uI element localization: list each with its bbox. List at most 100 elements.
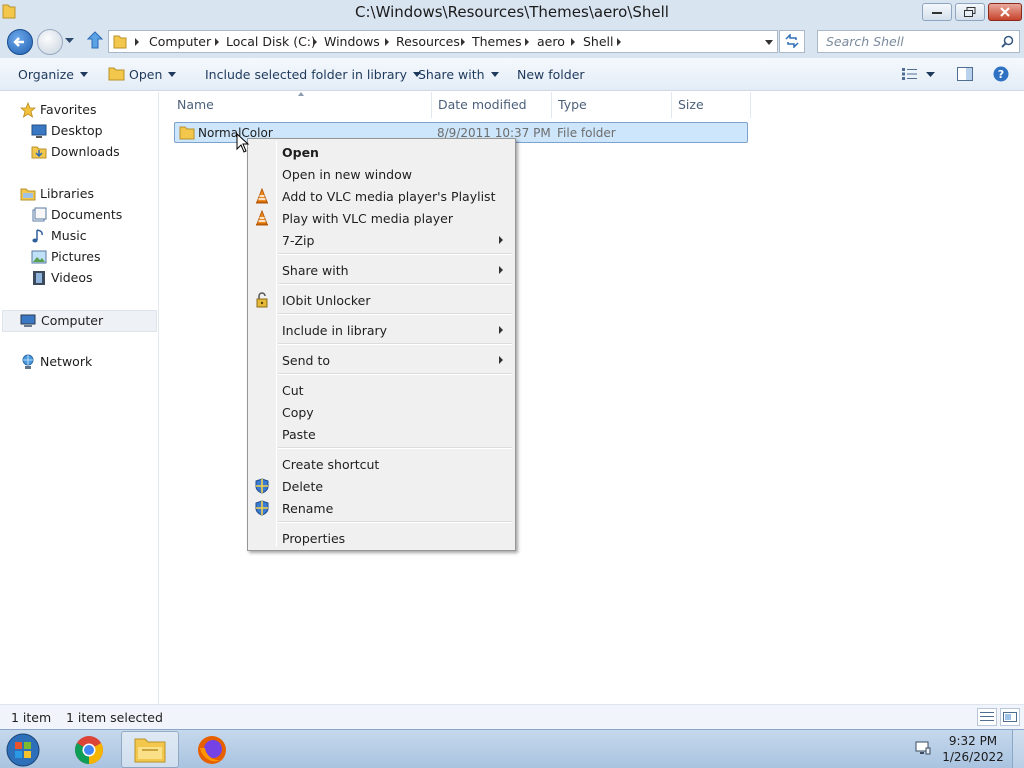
taskbar-chrome-button[interactable] bbox=[60, 731, 118, 768]
breadcrumb-separator[interactable] bbox=[461, 38, 465, 46]
large-icons-view-button[interactable] bbox=[1000, 708, 1020, 726]
menu-item-cut[interactable]: Cut bbox=[250, 379, 513, 401]
include-library-label: Include selected folder in library bbox=[205, 67, 408, 82]
preview-pane-icon[interactable] bbox=[957, 67, 973, 81]
column-divider[interactable] bbox=[551, 92, 552, 118]
menu-item-properties[interactable]: Properties bbox=[250, 527, 513, 549]
close-icon bbox=[1000, 7, 1010, 17]
menu-item-open[interactable]: Open bbox=[250, 141, 513, 163]
restore-button[interactable] bbox=[955, 3, 985, 21]
unlock-padlock-icon bbox=[256, 292, 268, 308]
back-arrow-icon bbox=[13, 37, 24, 47]
menu-item-delete[interactable]: Delete bbox=[250, 475, 513, 497]
chevron-down-icon bbox=[168, 72, 177, 77]
close-button[interactable] bbox=[988, 3, 1022, 21]
column-header-type[interactable]: Type bbox=[558, 97, 587, 112]
open-button[interactable]: Open bbox=[129, 67, 177, 82]
taskbar-clock[interactable]: 9:32 PM 1/26/2022 bbox=[940, 733, 1006, 765]
menu-separator bbox=[278, 373, 512, 375]
firefox-icon bbox=[198, 735, 226, 764]
breadcrumb-separator[interactable] bbox=[385, 38, 389, 46]
minimize-button[interactable] bbox=[922, 3, 952, 21]
submenu-arrow-icon bbox=[499, 266, 503, 274]
menu-item-send-to[interactable]: Send to bbox=[250, 349, 513, 371]
menu-item-iobit-unlocker[interactable]: IObit Unlocker bbox=[250, 289, 513, 311]
include-in-library-button[interactable]: Include selected folder in library bbox=[205, 67, 422, 82]
menu-item-copy[interactable]: Copy bbox=[250, 401, 513, 423]
breadcrumb-separator[interactable] bbox=[135, 38, 139, 46]
folder-icon bbox=[113, 35, 127, 49]
back-button[interactable] bbox=[7, 29, 33, 55]
svg-text:?: ? bbox=[998, 68, 1004, 81]
search-icon[interactable] bbox=[1001, 35, 1014, 48]
menu-separator bbox=[278, 253, 512, 255]
menu-item-rename[interactable]: Rename bbox=[250, 497, 513, 519]
details-view-icon bbox=[980, 712, 994, 721]
breadcrumb-computer[interactable]: Computer bbox=[149, 34, 211, 49]
desktop-icon bbox=[31, 124, 47, 138]
column-divider[interactable] bbox=[431, 92, 432, 118]
breadcrumb-themes[interactable]: Themes bbox=[472, 34, 522, 49]
details-view-button[interactable] bbox=[977, 708, 997, 726]
restore-icon bbox=[964, 7, 976, 17]
organize-button[interactable]: Organize bbox=[18, 67, 88, 82]
refresh-button[interactable] bbox=[779, 30, 805, 53]
start-button[interactable] bbox=[3, 731, 51, 768]
forward-button[interactable] bbox=[37, 29, 63, 55]
help-icon[interactable]: ? bbox=[993, 66, 1009, 82]
clock-date: 1/26/2022 bbox=[942, 750, 1004, 764]
pictures-icon bbox=[31, 250, 47, 264]
breadcrumb-local-disk[interactable]: Local Disk (C:) bbox=[226, 34, 316, 49]
column-header-date-modified[interactable]: Date modified bbox=[438, 97, 527, 112]
new-folder-button[interactable]: New folder bbox=[517, 67, 585, 82]
selected-count: 1 item selected bbox=[66, 710, 163, 725]
breadcrumb-aero[interactable]: aero bbox=[537, 34, 565, 49]
up-arrow-icon[interactable] bbox=[87, 31, 103, 49]
mouse-cursor-icon bbox=[236, 133, 250, 153]
share-with-label: Share with bbox=[418, 67, 485, 82]
status-bar: 1 item 1 item selected bbox=[0, 704, 1024, 729]
breadcrumb-resources[interactable]: Resources bbox=[396, 34, 460, 49]
taskbar-file-explorer-button[interactable] bbox=[121, 731, 179, 768]
refresh-icon bbox=[785, 34, 799, 48]
breadcrumb-windows[interactable]: Windows bbox=[324, 34, 380, 49]
view-options-icon[interactable] bbox=[902, 68, 918, 80]
breadcrumb-separator[interactable] bbox=[313, 38, 317, 46]
music-icon bbox=[32, 229, 43, 243]
title-bar: C:\Windows\Resources\Themes\aero\Shell bbox=[0, 0, 1024, 26]
menu-item-vlc-add-playlist[interactable]: Add to VLC media player's Playlist bbox=[250, 185, 513, 207]
breadcrumb-separator[interactable] bbox=[571, 38, 575, 46]
nav-computer[interactable]: Computer bbox=[2, 310, 157, 332]
context-menu: Open Open in new window Add to VLC media… bbox=[247, 138, 516, 551]
recent-pages-dropdown-icon[interactable] bbox=[65, 38, 74, 44]
menu-separator bbox=[278, 313, 512, 315]
menu-item-create-shortcut[interactable]: Create shortcut bbox=[250, 453, 513, 475]
uac-shield-icon bbox=[255, 500, 269, 516]
action-center-flag-icon[interactable] bbox=[914, 740, 932, 756]
menu-item-paste[interactable]: Paste bbox=[250, 423, 513, 445]
taskbar-firefox-button[interactable] bbox=[183, 731, 241, 768]
address-bar[interactable]: Computer Local Disk (C:) Windows Resourc… bbox=[108, 30, 778, 53]
search-input[interactable]: Search Shell bbox=[817, 30, 1020, 53]
chevron-down-icon bbox=[490, 72, 499, 77]
menu-separator bbox=[278, 283, 512, 285]
search-placeholder: Search Shell bbox=[826, 34, 904, 49]
column-header-size[interactable]: Size bbox=[678, 97, 704, 112]
breadcrumb-shell[interactable]: Shell bbox=[583, 34, 614, 49]
column-header-name[interactable]: Name bbox=[177, 97, 214, 112]
address-history-dropdown[interactable] bbox=[765, 40, 773, 45]
share-with-button[interactable]: Share with bbox=[418, 67, 499, 82]
menu-item-include-in-library[interactable]: Include in library bbox=[250, 319, 513, 341]
column-divider[interactable] bbox=[750, 92, 751, 118]
breadcrumb-separator[interactable] bbox=[617, 38, 621, 46]
menu-item-open-new-window[interactable]: Open in new window bbox=[250, 163, 513, 185]
show-desktop-button[interactable] bbox=[1012, 730, 1024, 768]
breadcrumb-separator[interactable] bbox=[215, 38, 219, 46]
menu-item-share-with[interactable]: Share with bbox=[250, 259, 513, 281]
column-divider[interactable] bbox=[671, 92, 672, 118]
menu-item-vlc-play[interactable]: Play with VLC media player bbox=[250, 207, 513, 229]
videos-icon bbox=[33, 271, 45, 285]
menu-item-7zip[interactable]: 7-Zip bbox=[250, 229, 513, 251]
breadcrumb-separator[interactable] bbox=[525, 38, 529, 46]
chevron-down-icon[interactable] bbox=[926, 72, 935, 78]
